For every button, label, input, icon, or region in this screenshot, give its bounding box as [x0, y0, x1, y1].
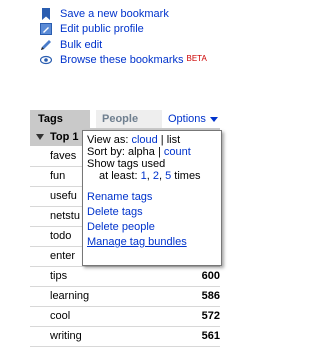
edit-profile-icon [40, 23, 52, 35]
at-least-row: at least: 1, 2, 5 times [99, 170, 201, 182]
sort-by-row: Sort by: alpha | count [87, 146, 217, 158]
eye-icon [40, 54, 52, 66]
tag-link[interactable]: faves [50, 150, 76, 162]
sort-separator: | [157, 146, 161, 158]
times-label: times [174, 170, 201, 182]
tag-tabs: Tags People Options [0, 110, 249, 128]
tag-link[interactable]: tips [50, 270, 67, 282]
list-item: learning 586 [30, 287, 220, 307]
sort-alpha-option: alpha [127, 146, 155, 158]
beta-badge: BETA [186, 53, 207, 63]
tag-link[interactable]: usefu [50, 190, 77, 202]
save-bookmark-label: Save a new bookmark [60, 7, 169, 20]
delete-people-link[interactable]: Delete people [87, 220, 217, 235]
tag-link[interactable]: todo [50, 230, 71, 242]
tag-count: 561 [201, 330, 220, 342]
list-item: writing 561 [30, 327, 220, 347]
bookmark-actions: Save a new bookmark Edit public profile … [40, 6, 245, 68]
tag-link[interactable]: cool [50, 310, 70, 322]
edit-profile-link[interactable]: Edit public profile [40, 22, 245, 37]
bulk-edit-link[interactable]: Bulk edit [40, 37, 245, 52]
popup-menu: Rename tags Delete tags Delete people Ma… [87, 190, 217, 250]
view-as-label: View as: [87, 134, 129, 146]
delete-tags-link[interactable]: Delete tags [87, 205, 217, 220]
bulk-edit-label: Bulk edit [60, 38, 103, 51]
manage-tag-bundles-link[interactable]: Manage tag bundles [87, 235, 217, 250]
tag-count: 572 [201, 310, 220, 322]
tag-count: 586 [201, 290, 220, 302]
tag-link[interactable]: enter [50, 250, 75, 262]
options-popup: View as: cloud | list Sort by: alpha | c… [82, 130, 222, 266]
top-tags-label: Top 1 [50, 131, 79, 143]
list-item: tips 600 [30, 267, 220, 287]
tab-people[interactable]: People [96, 110, 162, 128]
options-dropdown[interactable]: Options [168, 113, 218, 125]
save-bookmark-link[interactable]: Save a new bookmark [40, 6, 245, 21]
rename-tags-link[interactable]: Rename tags [87, 190, 217, 205]
edit-profile-label: Edit public profile [60, 23, 144, 35]
view-cloud-link[interactable]: cloud [131, 134, 157, 146]
list-item: cool 572 [30, 307, 220, 327]
browse-bookmarks-label: Browse these bookmarks [60, 54, 184, 66]
pencil-icon [40, 39, 52, 51]
tag-link[interactable]: netstu [50, 210, 80, 222]
collapse-triangle-icon [36, 134, 44, 140]
chevron-down-icon [209, 116, 218, 122]
tag-count: 600 [201, 270, 220, 282]
tag-link[interactable]: writing [50, 330, 82, 342]
tab-tags[interactable]: Tags [30, 110, 90, 128]
bookmark-icon [40, 7, 52, 20]
at-least-5-link[interactable]: 5 [165, 170, 171, 182]
view-as-row: View as: cloud | list [87, 134, 217, 146]
at-least-label: at least: [99, 170, 138, 182]
options-label: Options [168, 113, 206, 125]
sort-count-link[interactable]: count [164, 146, 191, 158]
view-list-option: list [166, 134, 181, 146]
tag-link[interactable]: learning [50, 290, 89, 302]
show-tags-label: Show tags used [87, 158, 166, 170]
browse-bookmarks-link[interactable]: Browse these bookmarks BETA [40, 53, 245, 68]
sort-by-label: Sort by: [87, 146, 125, 158]
view-separator: | [160, 134, 164, 146]
tag-link[interactable]: fun [50, 170, 65, 182]
